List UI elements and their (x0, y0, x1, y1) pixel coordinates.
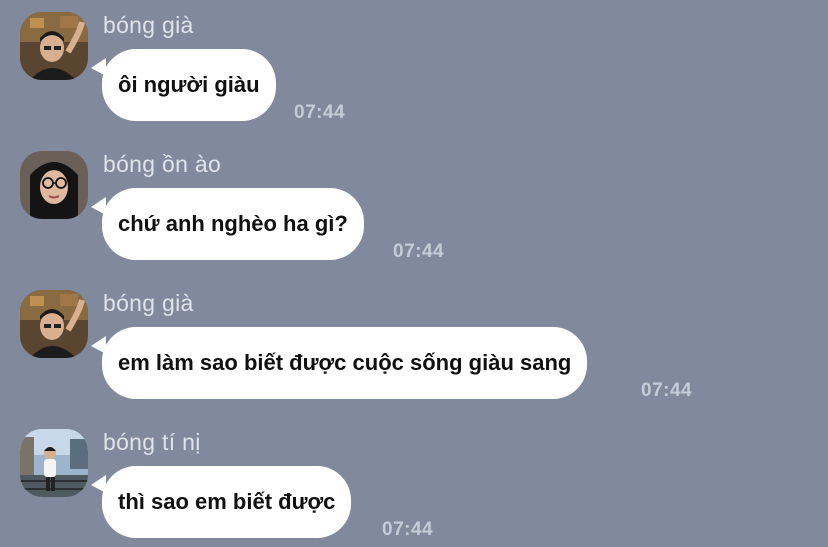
avatar[interactable] (20, 429, 88, 497)
avatar[interactable] (20, 290, 88, 358)
message-bubble[interactable]: em làm sao biết được cuộc sống giàu sang (102, 327, 588, 399)
message-timestamp: 07:44 (393, 241, 445, 262)
sender-name: bóng già (103, 290, 194, 316)
message-timestamp: 07:44 (641, 380, 693, 401)
message-timestamp: 07:44 (382, 519, 434, 540)
message-bubble[interactable]: chứ anh nghèo ha gì? (102, 188, 364, 260)
sender-name: bóng ồn ào (103, 151, 222, 177)
avatar[interactable] (20, 12, 88, 80)
avatar[interactable] (20, 151, 88, 219)
avatar-photo-icon (20, 290, 88, 358)
avatar-photo-icon (20, 151, 88, 219)
sender-name: bóng già (103, 12, 194, 38)
message-timestamp: 07:44 (294, 102, 346, 123)
message-bubble[interactable]: ôi người giàu (102, 49, 276, 121)
avatar-photo-icon (20, 429, 88, 497)
sender-name: bóng tí nị (103, 429, 201, 455)
message-bubble[interactable]: thì sao em biết được (102, 466, 352, 538)
avatar-photo-icon (20, 12, 88, 80)
